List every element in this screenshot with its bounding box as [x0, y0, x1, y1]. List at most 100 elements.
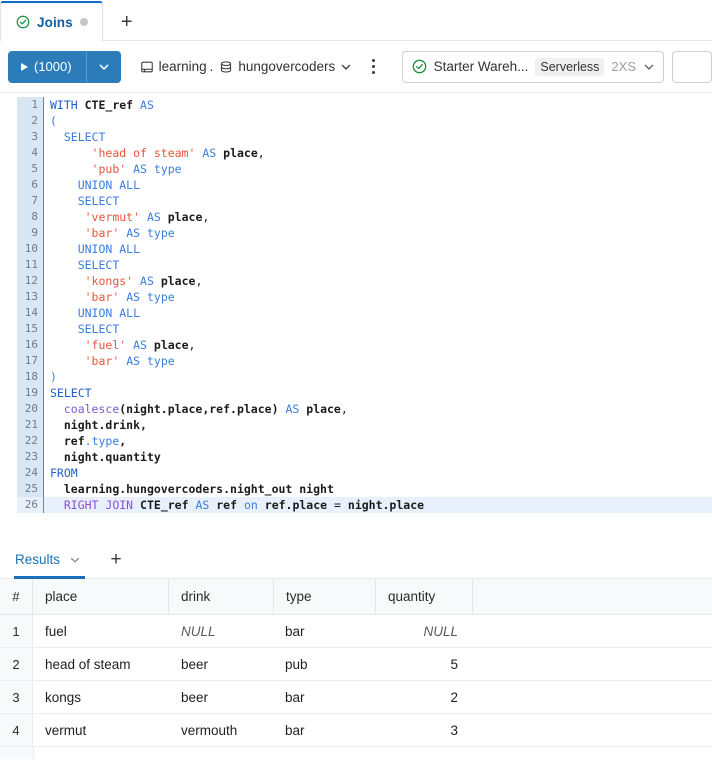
cell-drink[interactable]: beer — [168, 648, 273, 680]
code-line[interactable]: 7 SELECT — [0, 193, 712, 209]
code-line[interactable]: 26 RIGHT JOIN CTE_ref AS ref on ref.plac… — [0, 497, 712, 513]
more-options-button[interactable] — [359, 52, 389, 82]
code-token: AS — [285, 402, 300, 416]
cell-filler — [472, 615, 712, 647]
code-line[interactable]: 3 SELECT — [0, 129, 712, 145]
add-result-tab-button[interactable]: + — [99, 543, 133, 577]
code-line[interactable]: 17 'bar' AS type — [0, 353, 712, 369]
code-line[interactable]: 10 UNION ALL — [0, 241, 712, 257]
column-header-place[interactable]: place — [33, 579, 168, 614]
cell-type[interactable]: bar — [273, 615, 375, 647]
code-token: UNION ALL — [77, 178, 141, 192]
code-lines-container: 1 WITH CTE_ref AS 2(3 SELECT 4 'head of ste… — [0, 97, 712, 513]
code-token: .type — [84, 434, 120, 448]
code-line[interactable]: 15 SELECT — [0, 321, 712, 337]
line-number: 18 — [0, 369, 44, 385]
line-number: 13 — [0, 289, 44, 305]
cell-place[interactable]: kongs — [33, 681, 168, 713]
code-line[interactable]: 20 coalesce(night.place,ref.place) AS pl… — [0, 401, 712, 417]
cell-quantity[interactable]: NULL — [375, 615, 472, 647]
cell-place[interactable]: fuel — [33, 615, 168, 647]
warehouse-type-badge: Serverless — [535, 57, 605, 76]
column-header-quantity[interactable]: quantity — [375, 579, 472, 614]
code-token: AS — [140, 98, 154, 112]
database-context-selector[interactable]: learning . hungovercoders — [140, 59, 353, 74]
code-line[interactable]: 1 WITH CTE_ref AS — [0, 97, 712, 113]
code-line[interactable]: 18) — [0, 369, 712, 385]
code-line[interactable]: 5 'pub' AS type — [0, 161, 712, 177]
results-tab-strip: Results + — [0, 540, 712, 579]
cell-drink[interactable]: NULL — [168, 615, 273, 647]
code-line[interactable]: 19 SELECT — [0, 385, 712, 401]
cell-quantity[interactable]: 5 — [375, 648, 472, 680]
cell-drink[interactable]: beer — [168, 681, 273, 713]
code-line-text: learning.hungovercoders.night_out night — [44, 481, 712, 497]
run-options-button[interactable] — [85, 50, 121, 83]
sql-code-editor[interactable]: 1 WITH CTE_ref AS 2(3 SELECT 4 'head of ste… — [0, 93, 712, 540]
code-token: , — [340, 402, 348, 416]
code-line[interactable]: 14 UNION ALL — [0, 305, 712, 321]
column-header-index[interactable]: # — [0, 579, 33, 614]
new-tab-button[interactable]: + — [107, 3, 147, 41]
line-number: 8 — [0, 209, 44, 225]
code-line[interactable]: 12 'kongs' AS place, — [0, 273, 712, 289]
code-line[interactable]: 4 'head of steam' AS place, — [0, 145, 712, 161]
chevron-down-icon[interactable] — [69, 554, 81, 566]
tab-joins[interactable]: Joins — [0, 1, 103, 41]
code-line-text: SELECT — [44, 193, 712, 209]
table-row[interactable]: 1 fuel NULL bar NULL — [0, 615, 712, 648]
code-line-text: SELECT — [44, 257, 712, 273]
code-line[interactable]: 9 'bar' AS type — [0, 225, 712, 241]
code-line-text: SELECT — [44, 321, 712, 337]
code-token: ref — [216, 498, 238, 512]
code-line[interactable]: 22 ref.type, — [0, 433, 712, 449]
play-icon — [21, 62, 28, 71]
warehouse-selector[interactable]: Starter Wareh... Serverless 2XS — [401, 50, 664, 83]
code-line[interactable]: 16 'fuel' AS place, — [0, 337, 712, 353]
code-line[interactable]: 6 UNION ALL — [0, 177, 712, 193]
toolbar-overflow-panel[interactable] — [672, 50, 712, 83]
cell-type[interactable]: bar — [273, 714, 375, 746]
code-line[interactable]: 8 'vermut' AS place, — [0, 209, 712, 225]
cell-drink[interactable]: vermouth — [168, 714, 273, 746]
line-number: 16 — [0, 337, 44, 353]
column-header-drink[interactable]: drink — [168, 579, 273, 614]
cell-type[interactable]: pub — [273, 648, 375, 680]
editor-toolbar: (1000) learning . hungovercoders Starter… — [0, 41, 712, 93]
line-number: 19 — [0, 385, 44, 401]
code-token: ref — [63, 434, 85, 448]
run-button[interactable]: (1000) — [8, 50, 86, 83]
cell-quantity[interactable]: 3 — [375, 714, 472, 746]
code-line[interactable]: 25 learning.hungovercoders.night_out nig… — [0, 481, 712, 497]
catalog-name: learning — [158, 59, 207, 74]
tab-results[interactable]: Results — [14, 541, 93, 579]
cell-quantity[interactable]: 2 — [375, 681, 472, 713]
code-line[interactable]: 2( — [0, 113, 712, 129]
code-line-text: coalesce(night.place,ref.place) AS place… — [44, 401, 712, 417]
code-line-text: UNION ALL — [44, 177, 712, 193]
cell-type[interactable]: bar — [273, 681, 375, 713]
code-line[interactable]: 23 night.quantity — [0, 449, 712, 465]
code-line-text: SELECT — [44, 129, 712, 145]
code-line[interactable]: 13 'bar' AS type — [0, 289, 712, 305]
cell-place[interactable]: head of steam — [33, 648, 168, 680]
column-header-type[interactable]: type — [273, 579, 375, 614]
table-row[interactable]: 2 head of steam beer pub 5 — [0, 648, 712, 681]
code-token: 'head of steam' — [91, 146, 196, 160]
code-line[interactable]: 21 night.drink, — [0, 417, 712, 433]
code-token: UNION ALL — [77, 242, 141, 256]
code-token: 'bar' — [84, 226, 120, 240]
code-line[interactable]: 24 FROM — [0, 465, 712, 481]
table-row[interactable]: 4 vermut vermouth bar 3 — [0, 714, 712, 747]
code-line[interactable]: 11 SELECT — [0, 257, 712, 273]
table-row[interactable]: 3 kongs beer bar 2 — [0, 681, 712, 714]
cell-place[interactable]: vermut — [33, 714, 168, 746]
